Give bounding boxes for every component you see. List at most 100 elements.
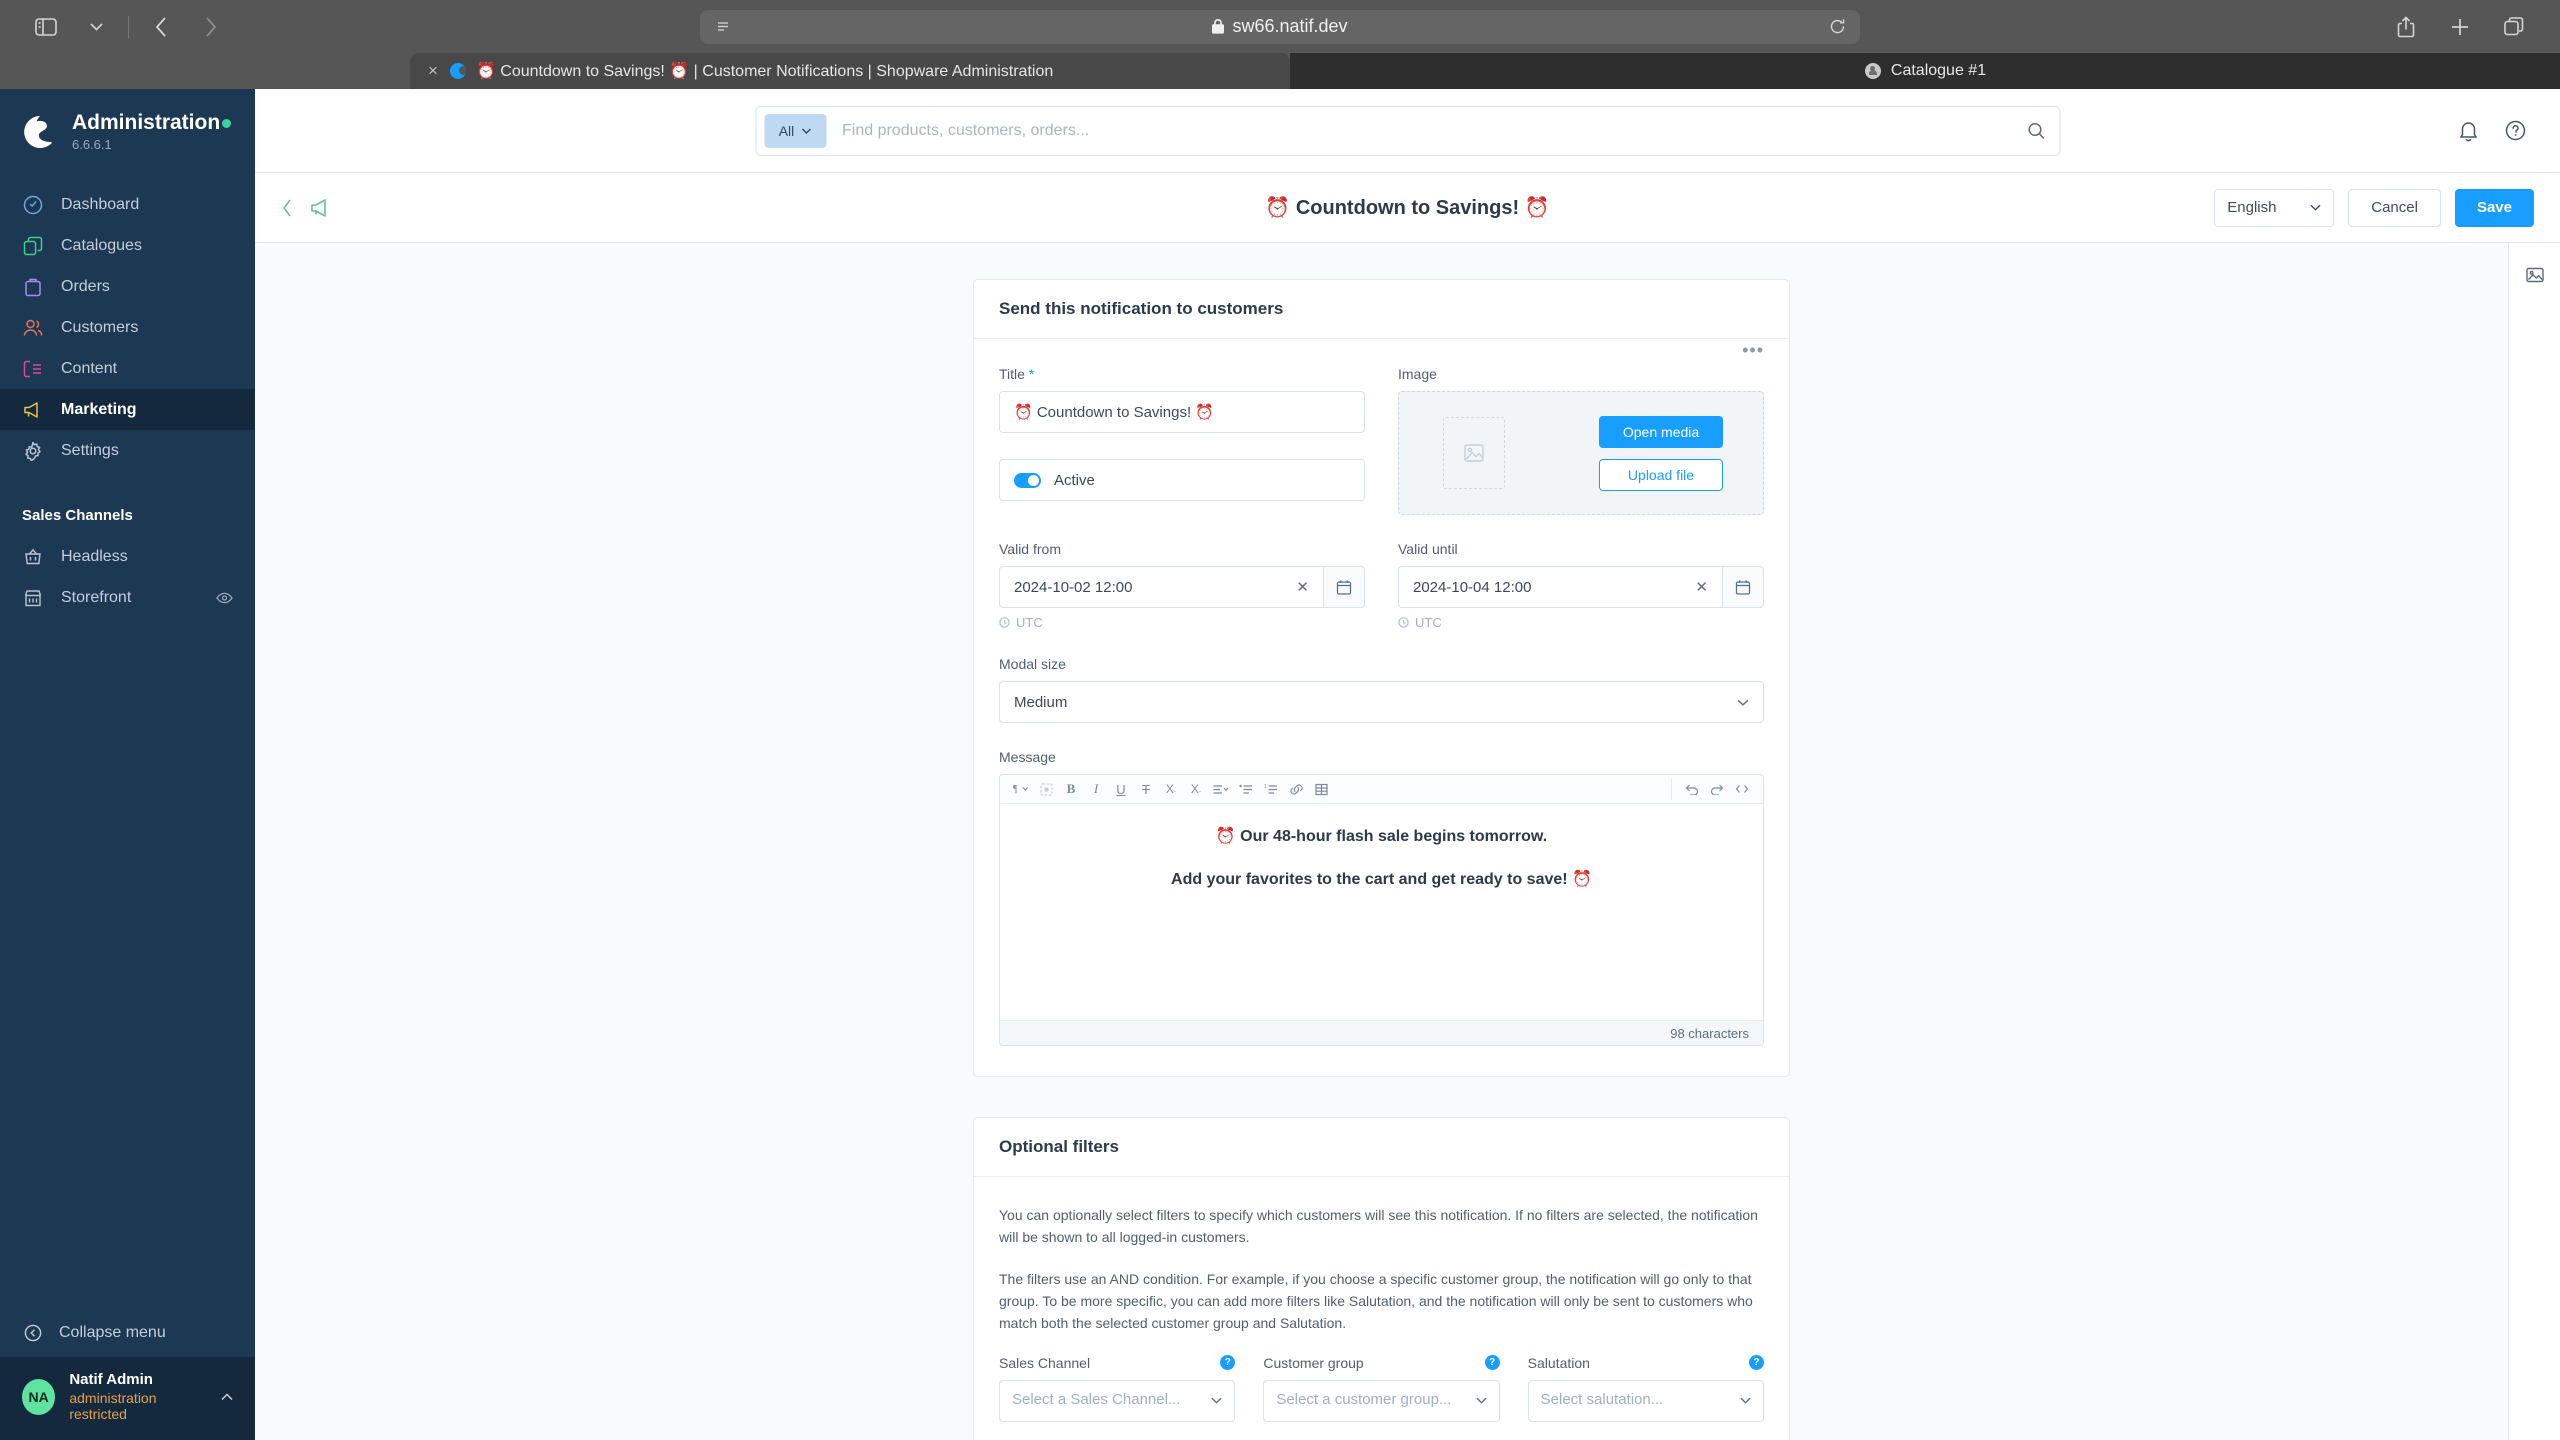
valid-until-timezone: UTC <box>1398 615 1764 630</box>
bold-icon[interactable]: B <box>1060 778 1082 800</box>
numbered-list-icon[interactable]: 1 <box>1260 778 1282 800</box>
help-icon[interactable]: ? <box>1484 1355 1500 1371</box>
sidebar-item-storefront[interactable]: Storefront <box>0 577 255 618</box>
image-icon[interactable] <box>2525 265 2545 285</box>
sidebar-item-orders[interactable]: Orders <box>0 266 255 307</box>
chevron-up-icon <box>221 1393 233 1401</box>
link-icon[interactable] <box>1285 778 1307 800</box>
bullet-list-icon[interactable] <box>1235 778 1257 800</box>
active-toggle-row[interactable]: Active <box>999 459 1365 501</box>
downloads-icon[interactable] <box>714 20 732 33</box>
browser-chrome: sw66.natif.dev × ⏰ Countdown to Savings!… <box>0 0 2560 89</box>
customers-icon <box>22 317 43 338</box>
sidebar-item-content[interactable]: Content <box>0 348 255 389</box>
content-icon <box>22 358 43 379</box>
clear-icon[interactable]: ✕ <box>1695 578 1708 596</box>
sidebar-dropdown-icon[interactable] <box>74 8 118 46</box>
customer-group-select[interactable]: Select a customer group... <box>1263 1379 1500 1422</box>
share-icon[interactable] <box>2384 8 2428 46</box>
sidebar-brand[interactable]: Administration 6.6.6.1 <box>0 89 255 170</box>
filter-placeholder: Select a customer group... <box>1276 1391 1452 1409</box>
sales-channel-select[interactable]: Select a Sales Channel... <box>999 1379 1236 1422</box>
bell-icon[interactable] <box>2458 120 2479 142</box>
table-icon[interactable] <box>1310 778 1332 800</box>
address-bar[interactable]: sw66.natif.dev <box>700 9 1860 44</box>
active-toggle[interactable] <box>1014 472 1041 488</box>
sidebar-nav: Dashboard Catalogues Orders Customers Co… <box>0 184 255 471</box>
content-scroll-area[interactable]: Send this notification to customers Titl… <box>255 243 2508 1440</box>
modal-size-select[interactable]: Medium <box>999 681 1764 723</box>
search-input[interactable]: Find products, customers, orders... <box>826 122 2027 140</box>
source-code-icon[interactable] <box>1731 778 1753 800</box>
calendar-icon[interactable] <box>1722 566 1764 608</box>
message-line-1: ⏰ Our 48-hour flash sale begins tomorrow… <box>1215 828 1548 845</box>
clock-icon <box>999 617 1010 628</box>
lock-icon <box>1212 19 1225 34</box>
strikethrough-icon[interactable]: T <box>1135 778 1157 800</box>
message-line-2: Add your favorites to the cart and get r… <box>1171 871 1592 888</box>
salutation-select[interactable]: Select salutation... <box>1527 1379 1764 1422</box>
filters-paragraph-2: The filters use an AND condition. For ex… <box>999 1271 1753 1332</box>
back-arrow-icon[interactable] <box>139 8 183 46</box>
megaphone-icon[interactable] <box>310 198 332 218</box>
sidebar-item-marketing[interactable]: Marketing <box>0 389 255 431</box>
avatar: NA <box>22 1378 56 1415</box>
paragraph-format-icon[interactable]: ¶ <box>1010 778 1032 800</box>
optional-filters-heading: Optional filters <box>974 1118 1789 1177</box>
help-icon[interactable]: ? <box>1748 1355 1764 1371</box>
upload-file-button[interactable]: Upload file <box>1599 458 1723 491</box>
help-circle-icon[interactable] <box>2505 120 2526 141</box>
superscript-icon[interactable]: X. <box>1160 778 1182 800</box>
sidebar-item-label: Storefront <box>61 588 132 606</box>
cancel-button[interactable]: Cancel <box>2348 188 2441 227</box>
sidebar-item-headless[interactable]: Headless <box>0 536 255 577</box>
sidebar-item-catalogues[interactable]: Catalogues <box>0 225 255 266</box>
browser-tab-active[interactable]: × ⏰ Countdown to Savings! ⏰ | Customer N… <box>410 53 1290 89</box>
redo-icon[interactable] <box>1706 778 1728 800</box>
valid-from-timezone: UTC <box>999 615 1365 630</box>
reload-icon[interactable] <box>1829 18 1846 35</box>
filter-placeholder: Select salutation... <box>1540 1391 1664 1409</box>
image-context-menu-icon[interactable]: ••• <box>1742 340 1764 361</box>
storefront-icon <box>22 587 43 608</box>
collapse-menu-button[interactable]: Collapse menu <box>0 1309 255 1357</box>
title-field-group: Title * ⏰ Countdown to Savings! ⏰ Active <box>999 366 1365 515</box>
image-upload-area[interactable]: Open media Upload file <box>1398 391 1764 515</box>
language-select[interactable]: English <box>2214 188 2335 227</box>
calendar-icon[interactable] <box>1323 566 1365 608</box>
timezone-label: UTC <box>1415 615 1442 630</box>
sidebar-item-customers[interactable]: Customers <box>0 307 255 348</box>
preview-eye-icon[interactable] <box>216 592 233 604</box>
sidebar-toggle-icon[interactable] <box>24 8 68 46</box>
collapse-icon <box>22 1323 43 1344</box>
rich-text-editor[interactable]: ¶ B I U T X. X . 1 ⏰ Our 48-hour flash s… <box>999 774 1764 1046</box>
valid-until-input[interactable]: 2024-10-04 12:00 ✕ <box>1398 566 1722 608</box>
align-icon[interactable] <box>1210 778 1232 800</box>
plus-icon[interactable] <box>2438 8 2482 46</box>
search-icon[interactable] <box>2027 122 2045 140</box>
text-color-icon[interactable] <box>1035 778 1057 800</box>
back-button[interactable] <box>281 198 294 218</box>
search-scope-dropdown[interactable]: All <box>764 113 826 148</box>
user-menu[interactable]: NA Natif Admin administration restricted <box>0 1357 255 1440</box>
subscript-icon[interactable]: X. <box>1185 778 1207 800</box>
open-media-button[interactable]: Open media <box>1599 415 1723 448</box>
italic-icon[interactable]: I <box>1085 778 1107 800</box>
help-icon[interactable]: ? <box>1220 1355 1236 1371</box>
save-button[interactable]: Save <box>2454 188 2534 227</box>
tab-close-icon[interactable]: × <box>428 61 438 81</box>
tab-overview-icon[interactable] <box>2492 8 2536 46</box>
title-input[interactable]: ⏰ Countdown to Savings! ⏰ <box>999 391 1365 433</box>
valid-from-input[interactable]: 2024-10-02 12:00 ✕ <box>999 566 1323 608</box>
forward-arrow-icon[interactable] <box>189 8 233 46</box>
editor-content[interactable]: ⏰ Our 48-hour flash sale begins tomorrow… <box>1000 804 1763 1020</box>
sidebar-item-settings[interactable]: Settings <box>0 430 255 471</box>
global-search[interactable]: All Find products, customers, orders... <box>755 105 2060 156</box>
filter-label: Sales Channel <box>999 1354 1091 1371</box>
underline-icon[interactable]: U <box>1110 778 1132 800</box>
undo-icon[interactable] <box>1681 778 1703 800</box>
sidebar-item-dashboard[interactable]: Dashboard <box>0 184 255 225</box>
sidebar-item-label: Customers <box>61 318 139 336</box>
browser-tab-catalogue[interactable]: Catalogue #1 <box>1290 53 2560 89</box>
clear-icon[interactable]: ✕ <box>1296 578 1309 596</box>
